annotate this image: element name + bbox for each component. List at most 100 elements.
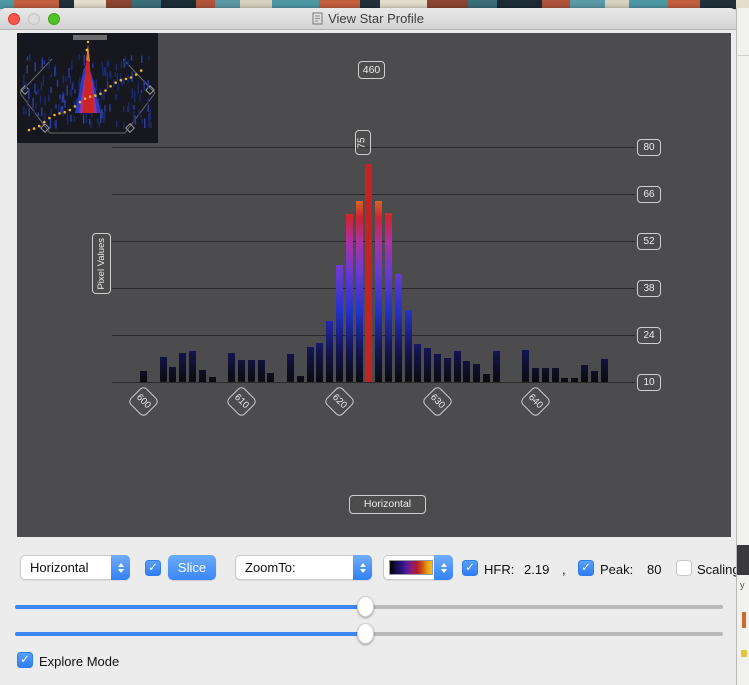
bar xyxy=(404,310,412,382)
slice-position-slider-2[interactable] xyxy=(15,623,723,644)
bar xyxy=(443,358,451,382)
zoomto-select-value: ZoomTo: xyxy=(245,560,296,575)
bar xyxy=(590,370,598,382)
slice-checkbox[interactable] xyxy=(145,560,161,576)
axis-select[interactable]: Horizontal xyxy=(20,555,130,580)
bar xyxy=(189,351,196,382)
slice-row-badge: 460 xyxy=(358,61,385,79)
bar xyxy=(257,360,265,382)
star-profile-3d-thumbnail xyxy=(17,33,158,143)
scaling-checkbox[interactable] xyxy=(676,560,692,576)
x-tick-badge: 620 xyxy=(323,385,356,418)
minimize-button[interactable] xyxy=(28,13,40,25)
explore-mode-checkbox[interactable] xyxy=(17,652,33,668)
explore-mode-label: Explore Mode xyxy=(39,654,120,669)
bar xyxy=(169,366,177,382)
thermal-colormap-swatch xyxy=(389,560,433,575)
zoom-button[interactable] xyxy=(48,13,60,25)
bar xyxy=(434,354,441,382)
peak-value-badge: 75 xyxy=(355,130,371,155)
y-tick-badge: 66 xyxy=(637,185,661,203)
bar xyxy=(492,351,500,382)
slider-fill xyxy=(15,605,366,609)
popup-stepper-icon xyxy=(434,555,453,580)
peak-checkbox[interactable] xyxy=(578,560,594,576)
bar xyxy=(424,348,432,382)
popup-stepper-icon xyxy=(353,555,372,580)
y-tick-badge: 24 xyxy=(637,326,661,344)
bar xyxy=(159,357,167,382)
bar xyxy=(345,214,353,382)
gridline xyxy=(112,194,635,195)
bar xyxy=(287,354,294,382)
peak-label: Peak: xyxy=(600,562,634,577)
bar xyxy=(463,360,471,382)
gridline xyxy=(112,147,635,148)
bar xyxy=(473,363,481,382)
bar xyxy=(247,360,255,382)
x-axis-label: Horizontal xyxy=(349,495,426,514)
background-window-sliver: y xyxy=(736,8,749,685)
y-tick-badge: 52 xyxy=(637,232,661,250)
bar xyxy=(179,353,187,382)
y-tick-badge: 38 xyxy=(637,279,661,297)
gridline xyxy=(112,241,635,242)
bar xyxy=(306,347,314,382)
window-titlebar[interactable]: View Star Profile xyxy=(0,8,736,30)
window-title: View Star Profile xyxy=(328,11,424,26)
bar xyxy=(532,367,539,382)
bar xyxy=(453,351,461,382)
bar xyxy=(238,360,245,382)
peak-slice-bar xyxy=(365,163,373,382)
bar xyxy=(522,350,530,382)
bar xyxy=(571,377,579,382)
bar xyxy=(600,358,608,382)
slider-thumb[interactable] xyxy=(356,623,374,644)
bar xyxy=(483,373,490,382)
close-button[interactable] xyxy=(8,13,20,25)
popup-stepper-icon xyxy=(111,555,130,580)
colormap-select[interactable] xyxy=(383,555,453,580)
bar xyxy=(326,320,334,382)
bar xyxy=(414,344,422,382)
bar xyxy=(581,364,588,382)
hfr-label: HFR: xyxy=(484,562,515,577)
x-tick-badge: 610 xyxy=(225,385,258,418)
bar xyxy=(296,375,304,382)
gridline xyxy=(112,382,635,383)
bar xyxy=(198,369,206,382)
hfr-checkbox[interactable] xyxy=(462,560,478,576)
bar xyxy=(541,367,549,382)
x-tick-badge: 640 xyxy=(519,385,552,418)
slice-position-slider[interactable] xyxy=(15,596,723,617)
bar xyxy=(551,367,559,382)
hfr-separator: , xyxy=(562,562,566,577)
y-tick-badge: 80 xyxy=(637,138,661,156)
bar xyxy=(355,200,363,382)
bar xyxy=(385,213,392,382)
bar xyxy=(375,200,383,382)
chart-panel: 460 75 Pixel Values Horizontal 80 66 52 38 2… xyxy=(17,33,731,537)
document-icon xyxy=(312,12,323,25)
background-text-fragment: y xyxy=(740,580,745,590)
slider-thumb[interactable] xyxy=(356,596,374,617)
y-tick-badge: 10 xyxy=(637,373,661,391)
view-star-profile-window: View Star Profile 460 75 Pixel Values Ho… xyxy=(0,8,740,685)
slider-fill xyxy=(15,632,366,636)
bar xyxy=(267,372,275,382)
bar xyxy=(561,377,569,382)
bar xyxy=(316,342,324,382)
bar xyxy=(228,353,236,382)
gridline xyxy=(112,288,635,289)
x-tick-badge: 630 xyxy=(421,385,454,418)
slice-button[interactable]: Slice xyxy=(168,555,216,580)
y-axis-label: Pixel Values xyxy=(92,233,111,294)
bar xyxy=(140,370,147,382)
zoomto-select[interactable]: ZoomTo: xyxy=(235,555,372,580)
hfr-value: 2.19 xyxy=(524,562,550,577)
bar xyxy=(208,376,216,382)
peak-value: 80 xyxy=(647,562,662,577)
bar xyxy=(394,273,402,382)
gridline xyxy=(112,335,635,336)
scaling-label: Scaling xyxy=(697,562,740,577)
